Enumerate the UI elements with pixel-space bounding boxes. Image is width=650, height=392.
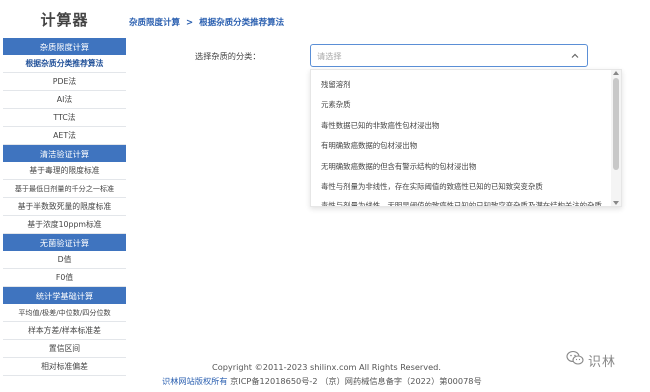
sidebar-item-10ppm[interactable]: 基于浓度10ppm标准 [3, 216, 126, 234]
breadcrumb: 杂质限度计算 > 根据杂质分类推荐算法 [129, 16, 287, 28]
sidebar-section-sterility[interactable]: 无菌验证计算 [3, 234, 126, 251]
option-nonlinear-mutagenic[interactable]: 毒性与剂量为非线性，存在实际阈值的致癌性已知的已知致突变杂质 [311, 177, 611, 198]
sidebar-item-confidence-interval[interactable]: 置信区间 [3, 340, 126, 358]
sidebar: 计算器 杂质限度计算 根据杂质分类推荐算法 PDE法 AI法 TTC法 AET法… [3, 0, 126, 376]
dropdown-scrollbar[interactable] [611, 70, 621, 206]
sidebar-item-min-daily-dose[interactable]: 基于最低日剂量的千分之一标准 [3, 180, 126, 198]
app-title: 计算器 [40, 10, 89, 29]
sidebar-item-classification-algorithm[interactable]: 根据杂质分类推荐算法 [3, 55, 126, 73]
scrollbar-thumb[interactable] [613, 78, 619, 170]
sidebar-item-rsd[interactable]: 相对标准偏差 [3, 358, 126, 376]
copyright-text: Copyright ©2011-2023 shilinx.com All Rig… [212, 362, 441, 372]
sidebar-item-ai[interactable]: AI法 [3, 91, 126, 109]
dropdown-options: 残留溶剂 元素杂质 毒性数据已知的非致癌性包材浸出物 有明确致癌数据的包材浸出物… [311, 74, 611, 206]
impurity-category-dropdown: 残留溶剂 元素杂质 毒性数据已知的非致癌性包材浸出物 有明确致癌数据的包材浸出物… [310, 69, 622, 207]
breadcrumb-current: 根据杂质分类推荐算法 [199, 18, 285, 28]
icp-info: 识林网站版权所有 京ICP备12018650号-2 （京）网药械信息备字（202… [162, 375, 482, 387]
option-elemental-impurities[interactable]: 元素杂质 [311, 95, 611, 116]
sidebar-section-cleaning[interactable]: 清洁验证计算 [3, 145, 126, 162]
impurity-category-label: 选择杂质的分类： [195, 51, 261, 61]
impurity-category-select[interactable]: 请选择 [310, 44, 588, 67]
sidebar-item-toxicology-limit[interactable]: 基于毒理的限度标准 [3, 162, 126, 180]
option-linear-mutagenic[interactable]: 毒性与剂量为线性，无明显阈值的致癌性已知的已知致突变杂质及潜在结构关注的杂质 [311, 197, 611, 206]
icp-text: 京ICP备12018650号-2 （京）网药械信息备字（2022）第00078号 [227, 376, 482, 386]
app-root: 计算器 杂质限度计算 根据杂质分类推荐算法 PDE法 AI法 TTC法 AET法… [0, 0, 650, 392]
sidebar-item-d-value[interactable]: D值 [3, 251, 126, 269]
option-alert-structure-leachables[interactable]: 无明确致癌数据的但含有警示结构的包材浸出物 [311, 156, 611, 177]
sidebar-item-mean-range[interactable]: 平均值/极差/中位数/四分位数 [3, 304, 126, 322]
sidebar-item-ld50-limit[interactable]: 基于半数致死量的限度标准 [3, 198, 126, 216]
sidebar-item-variance[interactable]: 样本方差/样本标准差 [3, 322, 126, 340]
scroll-up-arrow-icon[interactable] [613, 71, 619, 75]
sidebar-item-f0-value[interactable]: F0值 [3, 269, 126, 287]
site-link[interactable]: 识林网站版权所有 [162, 376, 228, 386]
breadcrumb-parent[interactable]: 杂质限度计算 [129, 18, 180, 28]
chevron-up-icon[interactable] [568, 49, 582, 63]
option-carcinogenic-leachables[interactable]: 有明确致癌数据的包材浸出物 [311, 136, 611, 157]
sidebar-item-aet[interactable]: AET法 [3, 127, 126, 145]
option-residual-solvents[interactable]: 残留溶剂 [311, 74, 611, 95]
watermark-text: 识林 [588, 354, 617, 370]
sidebar-section-statistics[interactable]: 统计学基础计算 [3, 287, 126, 304]
watermark: 识林 [566, 350, 616, 370]
sidebar-item-ttc[interactable]: TTC法 [3, 109, 126, 127]
sidebar-section-impurity[interactable]: 杂质限度计算 [3, 38, 126, 55]
sidebar-item-pde[interactable]: PDE法 [3, 73, 126, 91]
wechat-logo-icon [566, 350, 584, 370]
scroll-down-arrow-icon[interactable] [613, 201, 619, 205]
option-non-carcinogenic-leachables[interactable]: 毒性数据已知的非致癌性包材浸出物 [311, 115, 611, 136]
breadcrumb-separator: > [185, 18, 194, 28]
select-placeholder: 请选择 [317, 50, 342, 61]
